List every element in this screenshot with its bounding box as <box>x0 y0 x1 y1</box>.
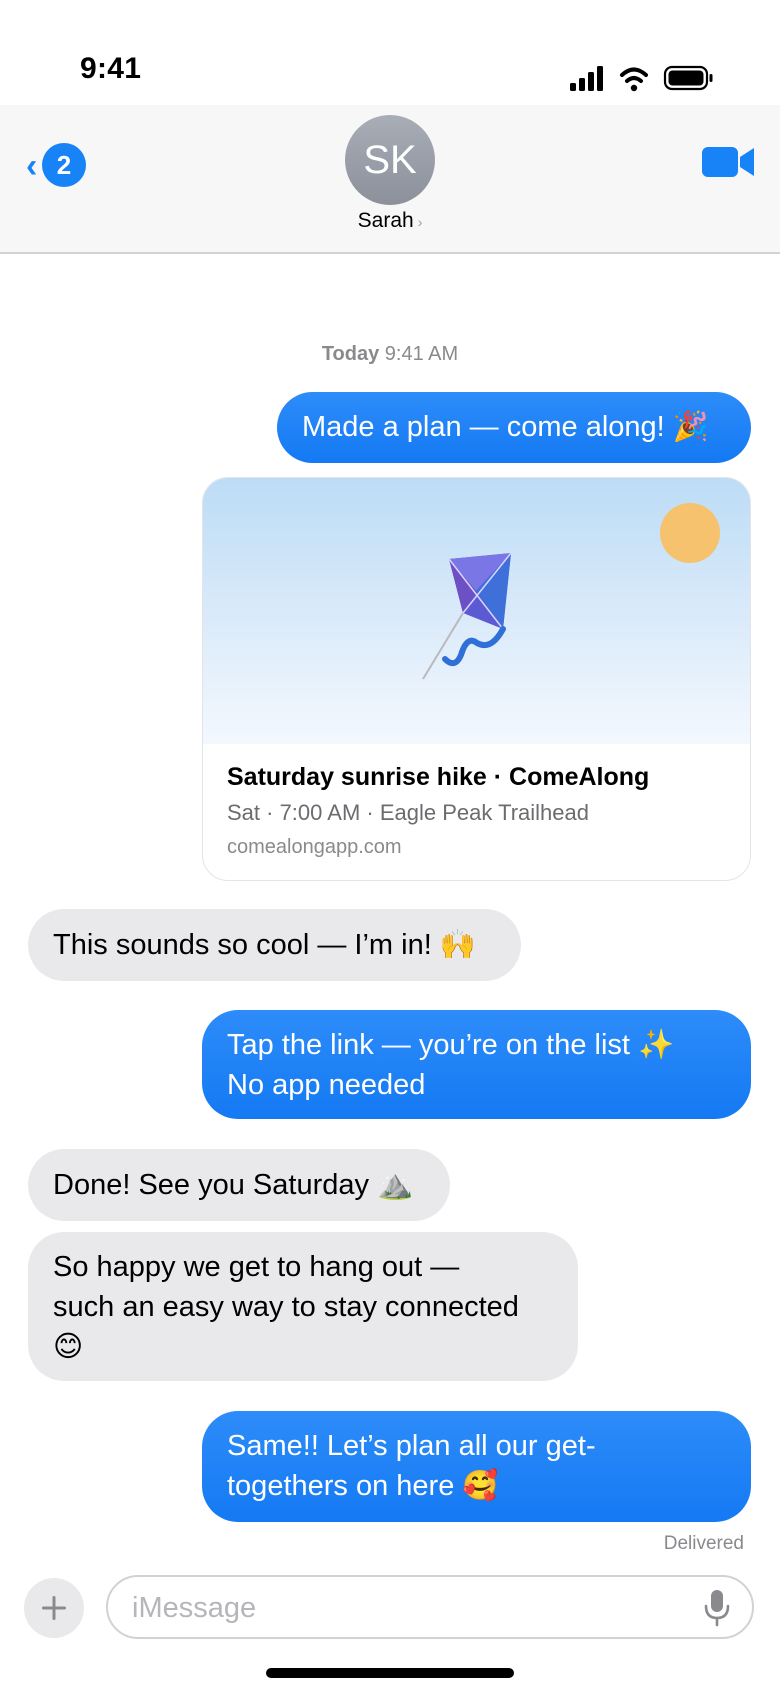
message-text: 😊 <box>53 1331 84 1363</box>
status-time: 9:41 <box>80 52 142 85</box>
message-text: togethers on here 🥰 <box>227 1470 499 1502</box>
message-text: Tap the link — you’re on the list ✨ <box>227 1029 675 1061</box>
battery-icon <box>663 65 713 91</box>
chevron-right-icon: › <box>417 214 423 230</box>
kite-icon <box>422 552 512 680</box>
back-button[interactable]: ‹ 2 <box>24 143 94 189</box>
video-camera-icon[interactable] <box>702 145 756 179</box>
message-text: No app needed <box>227 1069 426 1101</box>
outgoing-message-bubble[interactable]: Same!! Let’s plan all our get- togethers… <box>202 1411 751 1522</box>
message-text: Made a plan — come along! 🎉 <box>302 411 709 443</box>
message-text: such an easy way to stay connected <box>53 1291 519 1323</box>
chevron-left-icon: ‹ <box>26 147 38 185</box>
add-attachment-button[interactable] <box>24 1578 84 1638</box>
sun-icon <box>660 503 720 563</box>
message-input[interactable] <box>132 1589 672 1627</box>
incoming-message-bubble[interactable]: This sounds so cool — I’m in! 🙌 <box>28 909 521 981</box>
link-preview-title: Saturday sunrise hike · ComeAlong <box>227 763 650 791</box>
incoming-message-bubble[interactable]: Done! See you Saturday ⛰️ <box>28 1149 450 1221</box>
wifi-icon <box>620 67 648 92</box>
timestamp-day: Today <box>321 343 380 365</box>
message-text: This sounds so cool — I’m in! 🙌 <box>53 929 476 961</box>
plus-icon <box>42 1596 66 1620</box>
link-preview-card[interactable]: Saturday sunrise hike · ComeAlong Sat · … <box>202 477 751 881</box>
contact-avatar[interactable]: SK <box>345 115 435 205</box>
delivered-status: Delivered <box>663 1533 744 1554</box>
conversation-header: ‹ 2 SK Sarah › <box>0 105 780 254</box>
link-preview-domain: comealongapp.com <box>227 836 402 858</box>
link-preview-image <box>203 478 750 744</box>
message-text: So happy we get to hang out — <box>53 1251 460 1283</box>
message-input-field[interactable] <box>106 1575 754 1639</box>
unread-count-badge: 2 <box>42 143 86 187</box>
cellular-signal-icon <box>570 66 603 91</box>
message-text: Done! See you Saturday ⛰️ <box>53 1169 414 1201</box>
conversation-timestamp: Today 9:41 AM <box>0 343 780 366</box>
outgoing-message-bubble[interactable]: Tap the link — you’re on the list ✨ No a… <box>202 1010 751 1119</box>
contact-name-button[interactable]: Sarah › <box>0 209 780 233</box>
outgoing-message-bubble[interactable]: Made a plan — come along! 🎉 <box>277 392 751 463</box>
contact-name: Sarah <box>357 209 414 232</box>
status-icons <box>570 65 713 92</box>
microphone-icon[interactable] <box>704 1589 730 1627</box>
timestamp-time: 9:41 AM <box>384 343 459 365</box>
incoming-message-bubble[interactable]: So happy we get to hang out — such an ea… <box>28 1232 578 1381</box>
message-text: Same!! Let’s plan all our get- <box>227 1430 596 1462</box>
link-preview-subtitle: Sat · 7:00 AM · Eagle Peak Trailhead <box>227 800 589 825</box>
home-indicator[interactable] <box>266 1668 514 1678</box>
